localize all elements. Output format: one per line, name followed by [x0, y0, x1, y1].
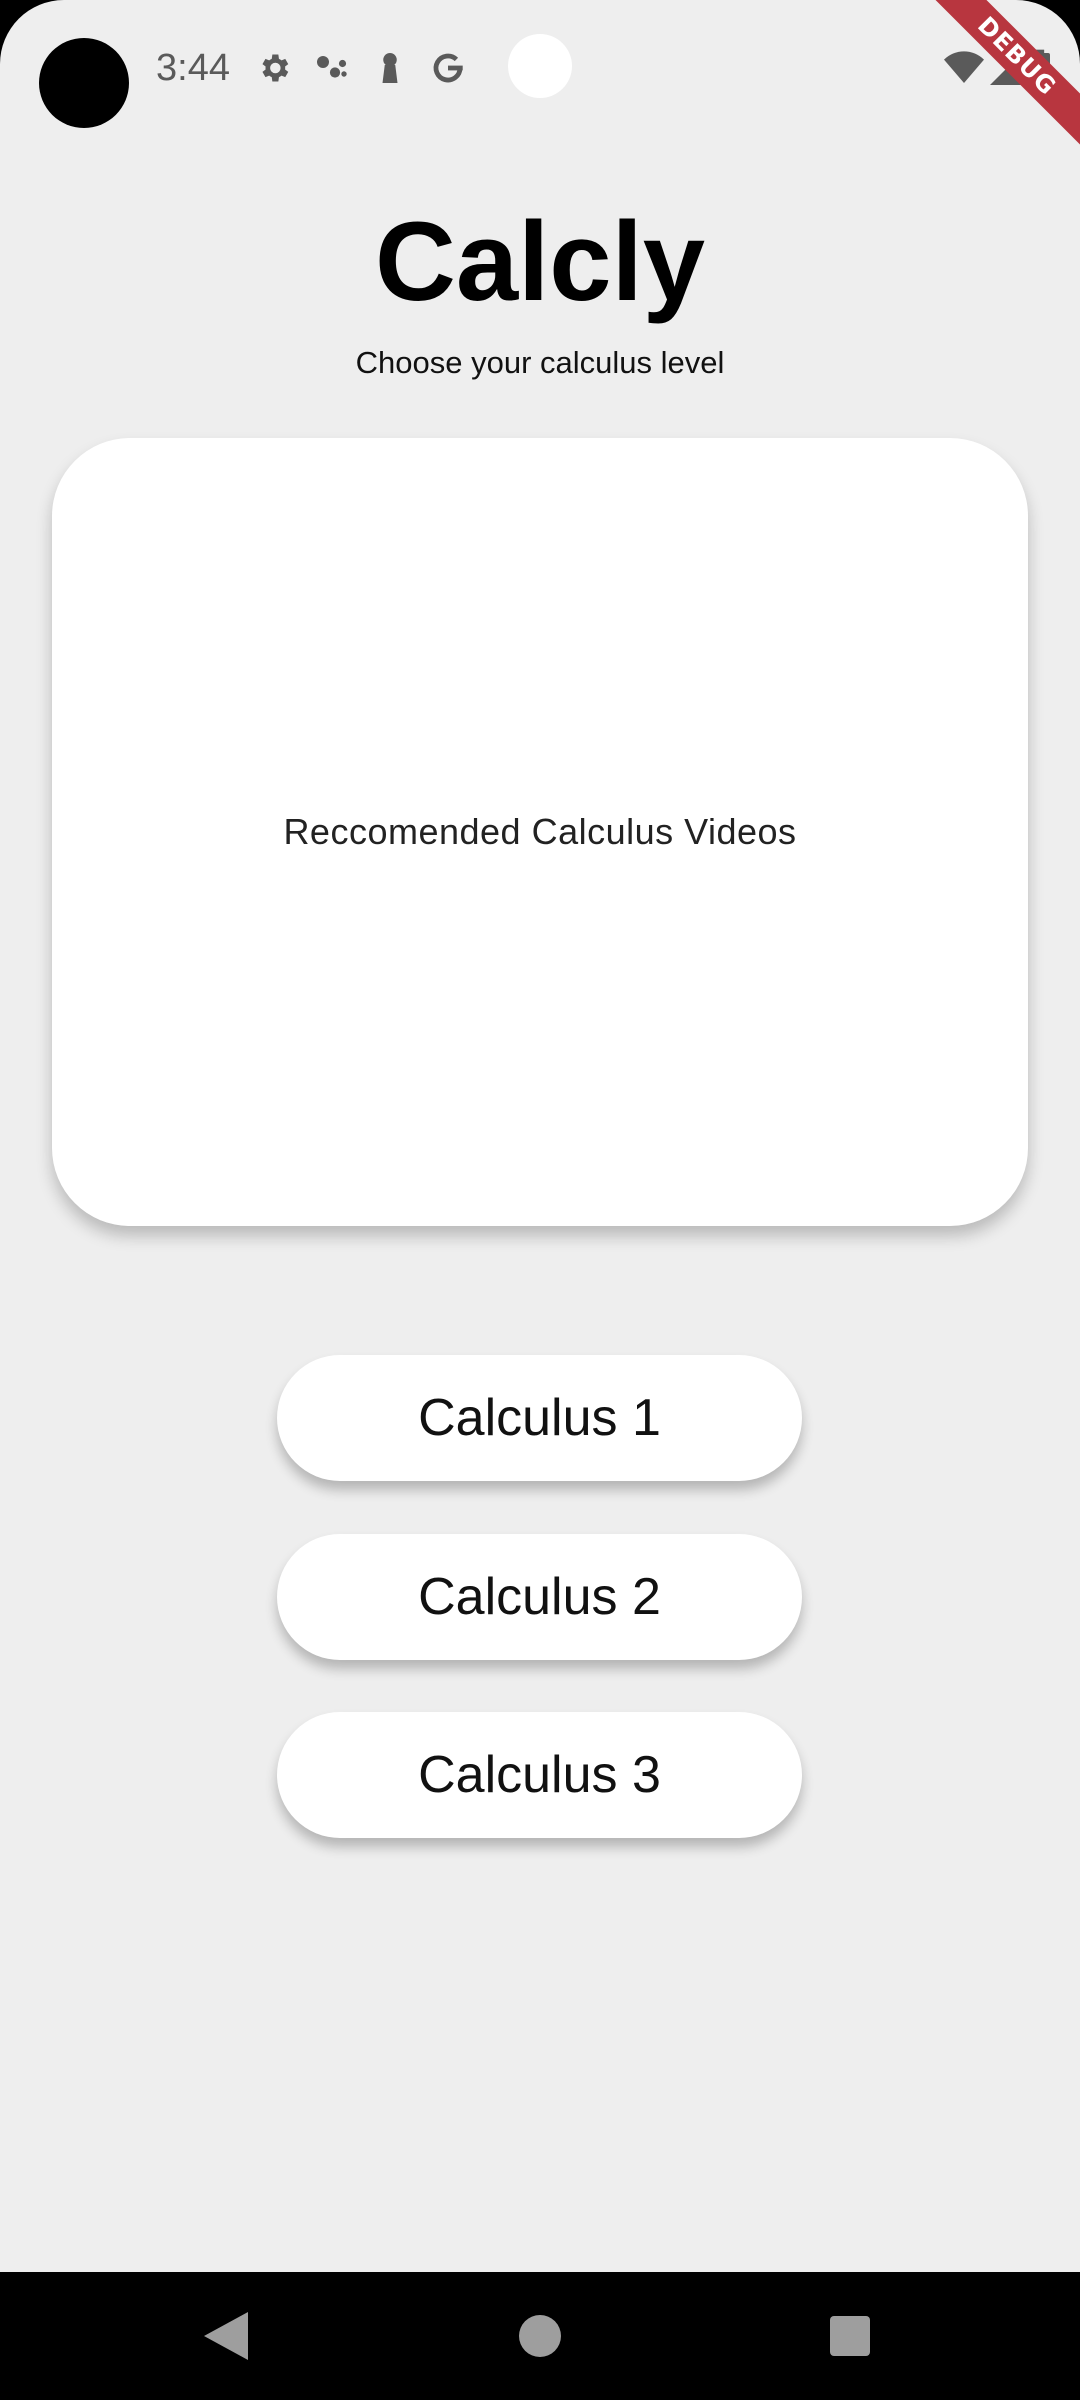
back-icon — [204, 2312, 248, 2360]
assistant-icon — [312, 48, 352, 88]
recents-icon — [830, 2316, 870, 2356]
recommended-videos-card[interactable]: Reccomended Calculus Videos — [52, 438, 1028, 1226]
calculus-1-button[interactable]: Calculus 1 — [277, 1355, 802, 1481]
calculus-2-button[interactable]: Calculus 2 — [277, 1534, 802, 1660]
keyhole-icon — [370, 48, 410, 88]
status-time: 3:44 — [156, 47, 230, 89]
wifi-icon — [944, 51, 984, 85]
status-overlay-dot — [508, 34, 572, 98]
calculus-3-button[interactable]: Calculus 3 — [277, 1712, 802, 1838]
camera-cutout — [39, 38, 129, 128]
notification-icons — [254, 44, 486, 92]
google-icon — [428, 48, 468, 88]
recommended-videos-label: Reccomended Calculus Videos — [283, 811, 797, 852]
system-nav-bar — [0, 2272, 1080, 2400]
back-button[interactable] — [198, 2308, 254, 2364]
app-screen: 3:44 DEBUG Calcly Choose your calculus l… — [0, 0, 1080, 2272]
home-button[interactable] — [512, 2308, 568, 2364]
settings-icon — [254, 48, 294, 88]
app-subtitle: Choose your calculus level — [355, 345, 725, 380]
app-title: Calcly — [375, 199, 705, 324]
home-icon — [519, 2315, 561, 2357]
recents-button[interactable] — [822, 2308, 878, 2364]
